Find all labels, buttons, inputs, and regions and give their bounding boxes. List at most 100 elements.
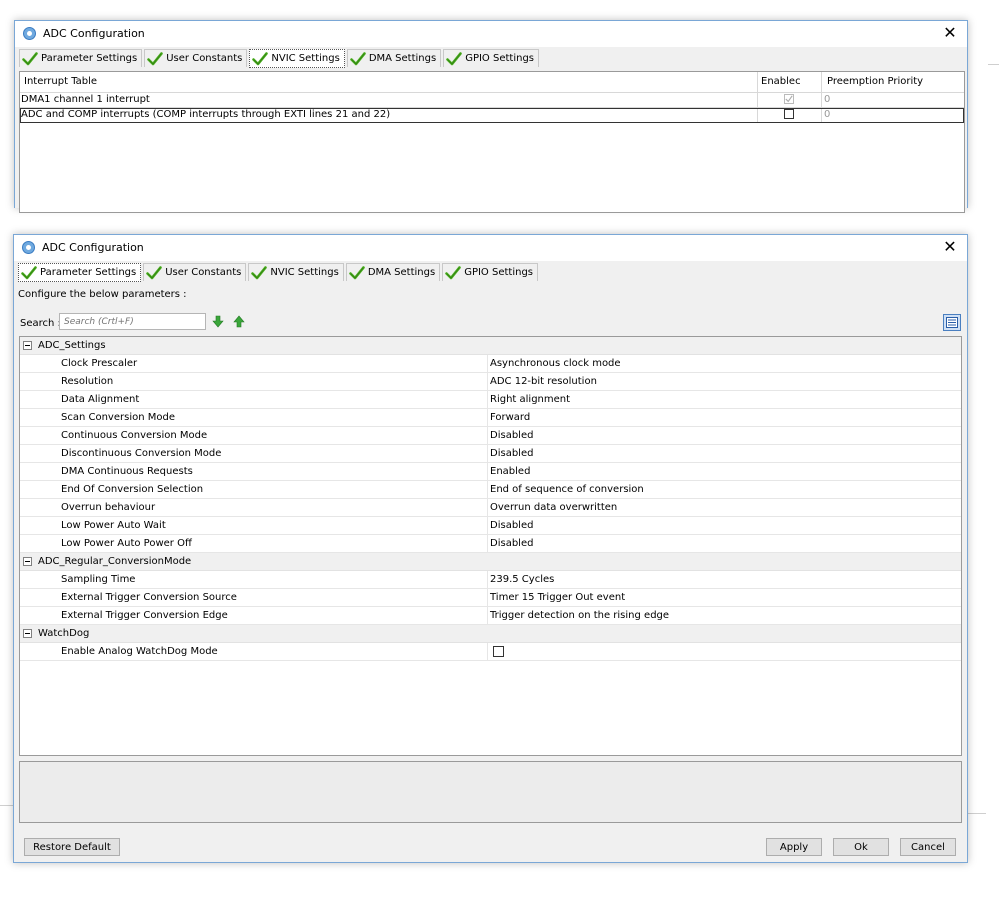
cancel-button[interactable]: Cancel: [900, 838, 956, 856]
parameter-value[interactable]: Disabled: [490, 430, 533, 441]
parameter-row[interactable]: Overrun behaviour Overrun data overwritte…: [20, 499, 961, 517]
parameter-value[interactable]: ADC 12-bit resolution: [490, 376, 597, 387]
parameter-name: Data Alignment: [61, 394, 140, 405]
tab-gpio-settings[interactable]: GPIO Settings: [442, 263, 538, 281]
parameter-value[interactable]: Right alignment: [490, 394, 570, 405]
parameter-row[interactable]: Data Alignment Right alignment: [20, 391, 961, 409]
table-row[interactable]: ADC and COMP interrupts (COMP interrupts…: [20, 108, 964, 123]
parameter-row[interactable]: End Of Conversion Selection End of sequen…: [20, 481, 961, 499]
check-icon: [349, 265, 365, 280]
collapse-toggle-icon[interactable]: [23, 629, 32, 638]
column-divider: [487, 571, 488, 588]
check-icon: [147, 51, 164, 66]
parameter-name: Clock Prescaler: [61, 358, 138, 369]
table-row[interactable]: DMA1 channel 1 interrupt 0: [20, 93, 964, 108]
parameter-row[interactable]: DMA Continuous Requests Enabled: [20, 463, 961, 481]
column-divider: [487, 463, 488, 480]
collapse-toggle-icon[interactable]: [23, 341, 32, 350]
parameter-value[interactable]: Disabled: [490, 538, 533, 549]
tab-label: DMA Settings: [367, 267, 436, 278]
parameter-table: ADC_Settings Clock Prescaler Asynchronous …: [19, 336, 962, 756]
column-divider: [487, 445, 488, 462]
column-divider: [487, 535, 488, 552]
check-icon: [252, 51, 269, 66]
parameter-row[interactable]: Clock Prescaler Asynchronous clock mode: [20, 355, 961, 373]
group-header[interactable]: WatchDog: [20, 625, 961, 643]
interrupt-name: DMA1 channel 1 interrupt: [21, 94, 150, 105]
parameter-value[interactable]: 239.5 Cycles: [490, 574, 554, 585]
parameter-row[interactable]: Enable Analog WatchDog Mode: [20, 643, 961, 661]
parameter-value[interactable]: Overrun data overwritten: [490, 502, 617, 513]
group-header[interactable]: ADC_Regular_ConversionMode: [20, 553, 961, 571]
watchdog-checkbox[interactable]: [493, 646, 504, 657]
collapse-toggle-icon[interactable]: [23, 557, 32, 566]
parameter-value[interactable]: Forward: [490, 412, 530, 423]
dialog-title: ADC Configuration: [42, 241, 144, 254]
tab-label: User Constants: [166, 53, 243, 64]
search-input[interactable]: [59, 313, 206, 330]
tab-label: User Constants: [165, 267, 242, 278]
column-divider: [487, 607, 488, 624]
column-header-enabled[interactable]: Enablec: [761, 76, 801, 87]
parameter-row[interactable]: Sampling Time 239.5 Cycles: [20, 571, 961, 589]
priority-value[interactable]: 0: [824, 94, 830, 105]
close-button[interactable]: ✕: [941, 23, 959, 43]
parameter-row[interactable]: External Trigger Conversion Edge Trigger …: [20, 607, 961, 625]
close-button[interactable]: ✕: [941, 237, 959, 257]
parameter-row[interactable]: Low Power Auto Wait Disabled: [20, 517, 961, 535]
parameter-row[interactable]: Discontinuous Conversion Mode Disabled: [20, 445, 961, 463]
column-divider: [487, 409, 488, 426]
tab-nvic-settings[interactable]: NVIC Settings: [248, 263, 344, 281]
group-header[interactable]: ADC_Settings: [20, 337, 961, 355]
list-view-icon[interactable]: [943, 314, 961, 331]
ok-button[interactable]: Ok: [833, 838, 889, 856]
tab-parameter-settings[interactable]: Parameter Settings: [18, 263, 142, 282]
tab-label: GPIO Settings: [464, 267, 533, 278]
tab-user-constants[interactable]: User Constants: [143, 263, 247, 281]
tab-user-constants[interactable]: User Constants: [144, 49, 248, 67]
parameter-name: Discontinuous Conversion Mode: [61, 448, 222, 459]
parameter-row[interactable]: Low Power Auto Power Off Disabled: [20, 535, 961, 553]
parameter-row[interactable]: Continuous Conversion Mode Disabled: [20, 427, 961, 445]
column-header-interrupt-table[interactable]: Interrupt Table: [24, 76, 97, 87]
parameter-value[interactable]: Asynchronous clock mode: [490, 358, 621, 369]
check-icon: [22, 51, 38, 66]
tab-dma-settings[interactable]: DMA Settings: [345, 263, 441, 281]
column-header-preemption-priority[interactable]: Preemption Priority: [827, 76, 923, 87]
arrow-down-icon[interactable]: [212, 315, 224, 328]
parameter-name: End Of Conversion Selection: [61, 484, 204, 495]
interrupt-name: ADC and COMP interrupts (COMP interrupts…: [21, 109, 391, 120]
parameter-row[interactable]: External Trigger Conversion Source Timer …: [20, 589, 961, 607]
parameter-value[interactable]: Enabled: [490, 466, 530, 477]
column-divider: [487, 355, 488, 372]
background-line: [966, 813, 986, 814]
priority-value[interactable]: 0: [824, 109, 830, 120]
parameter-value[interactable]: Timer 15 Trigger Out event: [490, 592, 625, 603]
apply-button[interactable]: Apply: [766, 838, 822, 856]
tab-nvic-settings[interactable]: NVIC Settings: [249, 49, 345, 68]
parameter-row[interactable]: Resolution ADC 12-bit resolution: [20, 373, 961, 391]
check-icon: [146, 265, 163, 280]
tab-gpio-settings[interactable]: GPIO Settings: [443, 49, 539, 67]
tab-label: DMA Settings: [368, 53, 437, 64]
title-bar: ADC Configuration ✕: [15, 21, 967, 47]
parameter-name: Continuous Conversion Mode: [61, 430, 208, 441]
parameter-name: External Trigger Conversion Source: [61, 592, 237, 603]
parameter-value[interactable]: Disabled: [490, 448, 533, 459]
parameter-row[interactable]: Scan Conversion Mode Forward: [20, 409, 961, 427]
adc-configuration-dialog-nvic: ADC Configuration ✕ Parameter Settings Us…: [14, 20, 968, 213]
enabled-checkbox[interactable]: [784, 109, 794, 119]
parameter-value[interactable]: End of sequence of conversion: [490, 484, 644, 495]
parameter-value[interactable]: Disabled: [490, 520, 533, 531]
restore-default-button[interactable]: Restore Default: [24, 838, 120, 856]
parameter-name: Resolution: [61, 376, 114, 387]
check-icon: [446, 51, 463, 66]
check-icon: [251, 265, 268, 280]
arrow-up-icon[interactable]: [233, 315, 245, 328]
column-divider: [487, 643, 488, 660]
tab-dma-settings[interactable]: DMA Settings: [346, 49, 442, 67]
tab-parameter-settings[interactable]: Parameter Settings: [19, 49, 143, 67]
parameter-value[interactable]: Trigger detection on the rising edge: [490, 610, 669, 621]
interrupt-table: Interrupt Table Enablec Preemption Prior…: [19, 71, 965, 213]
column-divider: [487, 499, 488, 516]
